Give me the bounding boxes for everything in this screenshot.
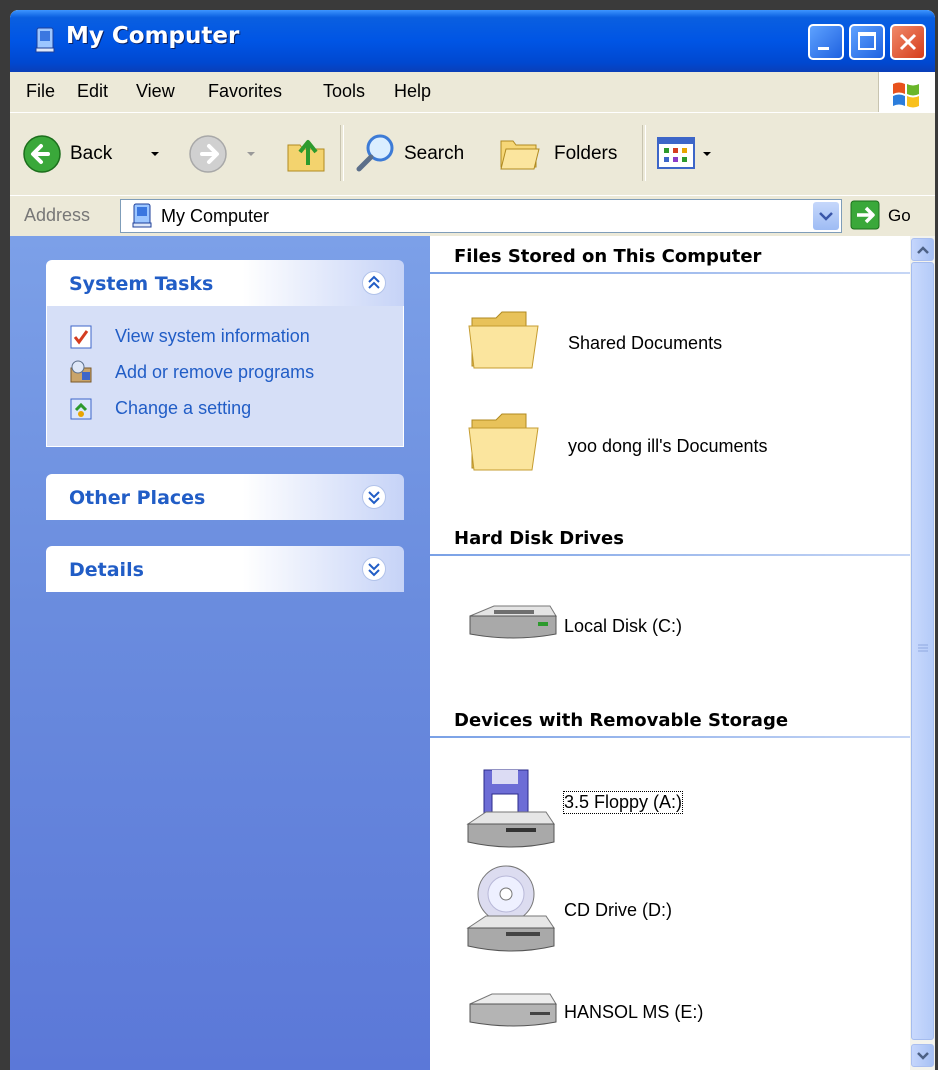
back-button[interactable]: Back xyxy=(22,133,172,175)
task-label: View system information xyxy=(115,326,310,346)
close-button[interactable] xyxy=(890,24,926,60)
address-bar: Address My Computer Go xyxy=(10,195,935,237)
my-computer-icon xyxy=(35,27,55,53)
content-pane: Files Stored on This Computer Shared Doc… xyxy=(430,236,910,1070)
floppy-drive-icon xyxy=(466,769,555,848)
back-arrow-icon xyxy=(23,135,61,173)
title-bar[interactable]: My Computer xyxy=(10,10,935,72)
folder-icon xyxy=(468,311,539,369)
go-arrow-icon xyxy=(850,200,880,230)
views-grid-icon xyxy=(657,137,695,169)
vertical-scrollbar[interactable] xyxy=(910,236,935,1070)
chevron-down-icon xyxy=(917,1052,929,1060)
collapse-button[interactable] xyxy=(362,271,386,295)
item-label: Local Disk (C:) xyxy=(564,616,683,636)
section-divider xyxy=(430,272,910,274)
item-label: CD Drive (D:) xyxy=(564,900,672,920)
folder-up-icon xyxy=(287,140,325,172)
other-places-title: Other Places xyxy=(69,487,206,509)
forward-button[interactable] xyxy=(188,133,268,175)
expand-button[interactable] xyxy=(362,485,386,509)
other-places-header[interactable]: Other Places xyxy=(46,474,404,520)
chevron-down-icon xyxy=(819,212,833,221)
double-chevron-down-icon xyxy=(368,563,380,577)
details-panel: Details xyxy=(46,546,404,592)
details-title: Details xyxy=(69,559,144,581)
minimize-icon xyxy=(818,47,829,50)
folder-icon xyxy=(468,413,539,471)
system-tasks-title: System Tasks xyxy=(69,273,214,295)
maximize-button[interactable] xyxy=(849,24,885,60)
search-button[interactable]: Search xyxy=(354,131,484,177)
minimize-button[interactable] xyxy=(808,24,844,60)
section-header-files: Files Stored on This Computer xyxy=(454,246,762,267)
item-label: HANSOL MS (E:) xyxy=(564,1002,704,1022)
scroll-thumb[interactable] xyxy=(911,262,934,1040)
chevron-up-icon xyxy=(917,246,929,254)
section-header-hard-disks: Hard Disk Drives xyxy=(454,528,624,549)
chevron-down-icon xyxy=(703,152,711,156)
search-label: Search xyxy=(404,143,465,164)
control-panel-icon xyxy=(70,398,92,420)
toolbar: Back Search Folders xyxy=(10,113,935,196)
folders-icon xyxy=(500,140,540,170)
menu-view[interactable]: View xyxy=(136,81,175,102)
system-tasks-header[interactable]: System Tasks xyxy=(46,260,404,306)
other-places-panel: Other Places xyxy=(46,474,404,520)
section-divider xyxy=(430,554,910,556)
details-header[interactable]: Details xyxy=(46,546,404,592)
menu-bar: File Edit View Favorites Tools Help xyxy=(10,72,935,113)
views-button[interactable] xyxy=(656,135,718,175)
system-tasks-panel: System Tasks View system information Add… xyxy=(46,260,404,447)
forward-arrow-icon xyxy=(189,135,227,173)
up-folder-button[interactable] xyxy=(284,131,330,177)
go-button[interactable]: Go xyxy=(850,200,930,232)
add-remove-programs-icon xyxy=(70,360,92,383)
menu-file[interactable]: File xyxy=(26,81,55,102)
cd-drive-icon xyxy=(466,865,555,952)
maximize-icon xyxy=(858,32,876,50)
item-label: 3.5 Floppy (A:) xyxy=(562,791,684,814)
item-label: Shared Documents xyxy=(568,333,723,353)
section-divider xyxy=(430,736,910,738)
back-label: Back xyxy=(70,143,113,164)
menu-favorites[interactable]: Favorites xyxy=(208,81,282,102)
go-label: Go xyxy=(888,206,911,225)
toolbar-separator xyxy=(340,125,344,181)
system-tasks-body: View system information Add or remove pr… xyxy=(46,306,404,447)
removable-disk-icon xyxy=(469,993,557,1027)
hard-disk-icon xyxy=(469,605,557,639)
grip-icon xyxy=(918,644,928,652)
search-icon xyxy=(356,134,394,172)
address-label: Address xyxy=(24,205,91,225)
address-dropdown-button[interactable] xyxy=(813,202,839,230)
scroll-down-button[interactable] xyxy=(911,1044,934,1067)
scroll-up-button[interactable] xyxy=(911,238,934,261)
toolbar-separator xyxy=(642,125,646,181)
task-pane: System Tasks View system information Add… xyxy=(10,236,430,1070)
address-field[interactable]: My Computer xyxy=(120,199,842,233)
item-label: yoo dong ill's Documents xyxy=(568,436,768,456)
explorer-window: My Computer File Edit View Favorites Too… xyxy=(10,10,935,1070)
double-chevron-down-icon xyxy=(368,491,380,505)
chevron-down-icon xyxy=(151,152,159,156)
section-header-removable: Devices with Removable Storage xyxy=(454,710,789,731)
address-value: My Computer xyxy=(161,206,270,226)
my-computer-icon xyxy=(132,203,152,228)
menu-help[interactable]: Help xyxy=(394,81,431,102)
system-info-icon xyxy=(70,325,92,349)
menu-tools[interactable]: Tools xyxy=(323,81,365,102)
window-title: My Computer xyxy=(66,23,240,49)
folders-button[interactable]: Folders xyxy=(498,131,638,177)
close-icon xyxy=(899,33,917,51)
task-label: Add or remove programs xyxy=(115,362,315,382)
windows-logo xyxy=(878,72,935,112)
task-label: Change a setting xyxy=(115,398,252,418)
menu-edit[interactable]: Edit xyxy=(77,81,108,102)
double-chevron-up-icon xyxy=(368,275,380,289)
expand-button[interactable] xyxy=(362,557,386,581)
folders-label: Folders xyxy=(554,143,618,164)
chevron-down-icon xyxy=(247,152,255,156)
